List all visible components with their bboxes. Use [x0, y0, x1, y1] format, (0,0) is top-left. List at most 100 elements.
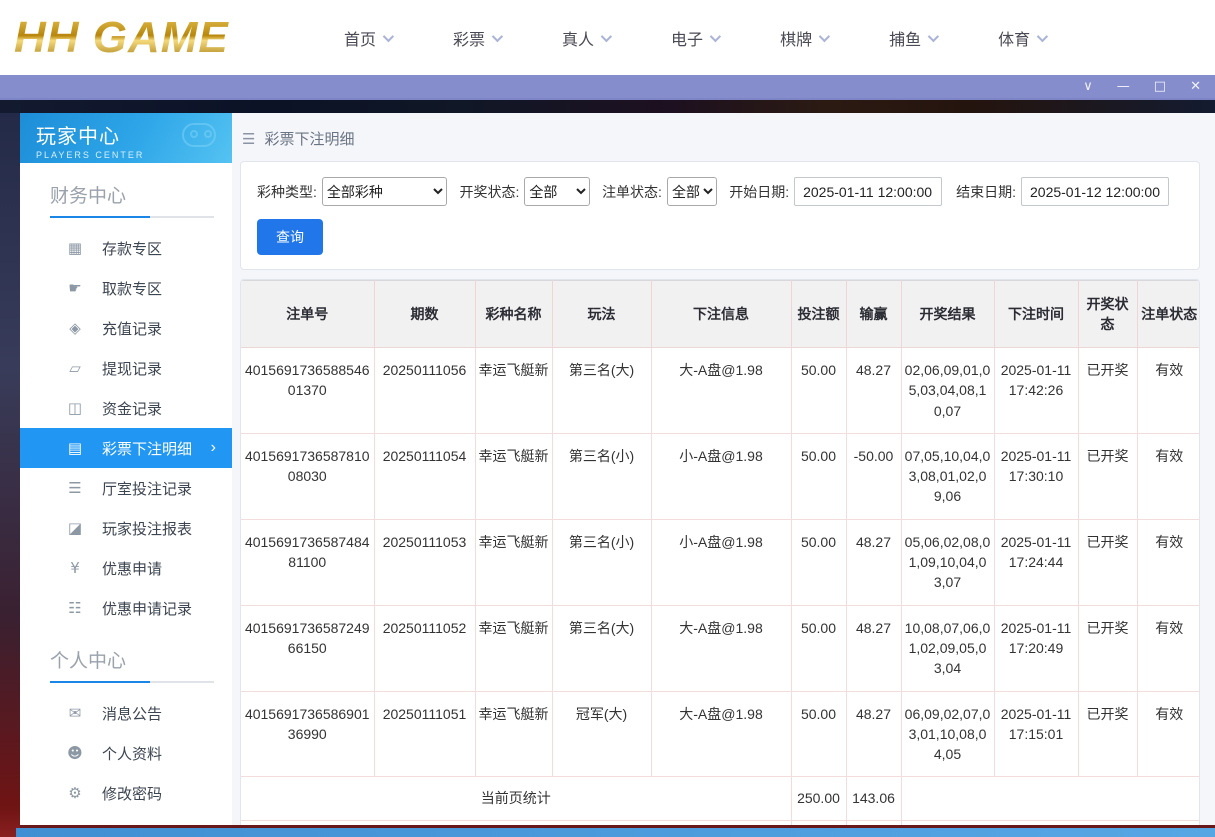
- column-header-开奖状态: 开奖状态: [1077, 280, 1138, 348]
- column-header-下注信息: 下注信息: [650, 280, 792, 348]
- table-cell: 幸运飞艇新: [474, 432, 553, 520]
- table-cell: 有效: [1136, 604, 1199, 692]
- table-cell: 2025-01-11 17:24:44: [993, 518, 1079, 606]
- table-cell: 07,05,10,04,03,08,01,02,09,06: [900, 432, 995, 520]
- sidebar: 玩家中心 PLAYERS CENTER 财务中心 ▦ 存款专区 ☛ 取款专区 ◈ 充值记录 ▱…: [20, 113, 232, 825]
- gamepad-decoration-icon: [168, 117, 224, 157]
- table-cell: 401569173658724966150: [241, 604, 375, 692]
- nav-item-棋牌[interactable]: 棋牌: [780, 26, 831, 50]
- banner-strip: [0, 100, 1215, 113]
- table-cell: 大-A盘@1.98: [650, 604, 792, 692]
- sidebar-item-彩票下注明细[interactable]: ▤ 彩票下注明细 ›: [20, 428, 232, 468]
- start-date-label: 开始日期:: [729, 183, 790, 200]
- nav-item-label: 首页: [344, 31, 377, 49]
- chevron-down-icon: [818, 30, 831, 42]
- sidebar-item-label: 个人资料: [102, 745, 163, 763]
- sidebar-item-优惠申请[interactable]: ¥ 优惠申请: [20, 548, 232, 588]
- sidebar-item-充值记录[interactable]: ◈ 充值记录: [20, 308, 232, 348]
- hh-game-logo: HH GAME: [14, 13, 314, 63]
- chevron-down-icon: [1036, 30, 1049, 42]
- search-button[interactable]: 查询: [257, 219, 323, 255]
- summary-empty: [900, 819, 1199, 825]
- column-header-注单状态: 注单状态: [1136, 280, 1199, 348]
- table-cell: 401569173658748481100: [241, 518, 375, 606]
- sidebar-item-玩家投注报表[interactable]: ◪ 玩家投注报表: [20, 508, 232, 548]
- table-cell: 有效: [1136, 432, 1199, 520]
- minimize-window-icon[interactable]: —: [1117, 80, 1130, 93]
- start-date-input[interactable]: [794, 177, 943, 206]
- nav-item-捕鱼[interactable]: 捕鱼: [889, 26, 940, 50]
- nav-item-label: 电子: [671, 31, 704, 49]
- sidebar-item-厅室投注记录[interactable]: ☰ 厅室投注记录: [20, 468, 232, 508]
- sidebar-section-title: 代理中心: [20, 823, 232, 825]
- message-bell-icon: ✉: [68, 704, 82, 722]
- summary-win-loss-total: 143.06: [845, 819, 902, 825]
- table-cell: 已开奖: [1077, 347, 1138, 434]
- deposit-card-icon: ▦: [67, 239, 83, 257]
- sidebar-item-优惠申请记录[interactable]: ☷ 优惠申请记录: [20, 588, 232, 628]
- sidebar-item-label: 资金记录: [102, 400, 163, 418]
- end-date-input[interactable]: [1021, 177, 1169, 206]
- column-header-投注额: 投注额: [790, 280, 847, 348]
- table-row: 401569173658748481100 20250111053 幸运飞艇新 第三名…: [241, 518, 1199, 606]
- column-header-开奖结果: 开奖结果: [900, 280, 995, 348]
- sidebar-item-提现记录[interactable]: ▱ 提现记录: [20, 348, 232, 388]
- sidebar-item-取款专区[interactable]: ☛ 取款专区: [20, 268, 232, 308]
- top-header: HH GAME 首页 彩票 真人 电子 棋牌 捕鱼 体育: [0, 0, 1215, 75]
- bet-detail-table-card: 注单号 期数 彩种名称 玩法 下注信息 投注额 输赢 开奖结果 下注时间 开奖状态 注单状态 401…: [240, 279, 1200, 825]
- recharge-record-icon: ◈: [69, 319, 81, 337]
- nav-item-电子[interactable]: 电子: [671, 26, 722, 50]
- close-window-icon[interactable]: ✕: [1190, 80, 1201, 93]
- nav-item-彩票[interactable]: 彩票: [453, 26, 504, 50]
- collapse-window-icon[interactable]: ∨: [1083, 80, 1093, 93]
- sidebar-section-title: 财务中心: [50, 186, 127, 207]
- promo-apply-record-icon: ☷: [68, 599, 82, 617]
- window-controls: ∨ — □ ✕: [1083, 80, 1201, 93]
- sidebar-item-存款专区[interactable]: ▦ 存款专区: [20, 228, 232, 268]
- breadcrumb: ☰ 彩票下注明细: [240, 113, 1200, 161]
- table-cell: 401569173658854601370: [241, 347, 375, 434]
- window-titlebar: ∨ — □ ✕: [0, 75, 1215, 100]
- page-title: 彩票下注明细: [264, 131, 355, 148]
- nav-item-真人[interactable]: 真人: [562, 26, 613, 50]
- summary-row: 总统计250.00143.06: [241, 819, 1199, 825]
- table-cell: 大-A盘@1.98: [650, 347, 792, 434]
- table-cell: 06,09,02,07,03,01,10,08,04,05: [900, 690, 995, 778]
- sidebar-item-label: 充值记录: [102, 320, 163, 338]
- withdraw-hand-icon: ☛: [68, 279, 82, 297]
- order-status-select[interactable]: 全部: [666, 177, 718, 206]
- lottery-type-select[interactable]: 全部彩种: [321, 177, 448, 206]
- sidebar-item-资金记录[interactable]: ◫ 资金记录: [20, 388, 232, 428]
- table-cell: 已开奖: [1077, 432, 1138, 520]
- background-bottom-bar: [16, 828, 1215, 837]
- table-cell: 2025-01-11 17:20:49: [993, 604, 1079, 692]
- table-cell: 2025-01-11 17:42:26: [993, 347, 1079, 434]
- sidebar-item-修改密码[interactable]: ⚙ 修改密码: [20, 773, 232, 813]
- table-cell: 401569173658781008030: [241, 432, 375, 520]
- sidebar-item-消息公告[interactable]: ✉ 消息公告: [20, 693, 232, 733]
- summary-empty: [900, 776, 1199, 821]
- sidebar-section-title: 个人中心: [50, 651, 127, 672]
- table-cell: 有效: [1136, 518, 1199, 606]
- table-cell: 有效: [1136, 347, 1199, 434]
- summary-bet-total: 250.00: [790, 776, 847, 821]
- draw-status-label: 开奖状态:: [459, 183, 520, 200]
- nav-item-label: 捕鱼: [889, 31, 922, 49]
- nav-item-首页[interactable]: 首页: [344, 26, 395, 50]
- sidebar-section-财务中心: 财务中心 ▦ 存款专区 ☛ 取款专区 ◈ 充值记录 ▱ 提现记录 ◫ 资金记录 ▤ 彩票下注明细 › ☰ 厅室…: [20, 163, 232, 628]
- funds-record-icon: ◫: [67, 399, 83, 417]
- maximize-window-icon[interactable]: □: [1154, 80, 1166, 93]
- hamburger-menu-icon[interactable]: ☰: [242, 130, 255, 148]
- summary-label: 总统计: [241, 819, 792, 825]
- table-cell: 20250111053: [373, 518, 476, 606]
- nav-item-体育[interactable]: 体育: [998, 26, 1049, 50]
- draw-status-select[interactable]: 全部: [524, 177, 591, 206]
- table-cell: 幸运飞艇新: [474, 604, 553, 692]
- table-cell: 02,06,09,01,05,03,04,08,10,07: [900, 347, 995, 434]
- bet-detail-table: 注单号 期数 彩种名称 玩法 下注信息 投注额 输赢 开奖结果 下注时间 开奖状态 注单状态 401…: [241, 280, 1199, 825]
- sidebar-item-label: 玩家投注报表: [102, 520, 193, 538]
- sidebar-section-个人中心: 个人中心 ✉ 消息公告 ☻ 个人资料 ⚙ 修改密码: [20, 628, 232, 813]
- sidebar-item-个人资料[interactable]: ☻ 个人资料: [20, 733, 232, 773]
- sidebar-item-label: 提现记录: [102, 360, 163, 378]
- table-cell: 48.27: [845, 347, 902, 434]
